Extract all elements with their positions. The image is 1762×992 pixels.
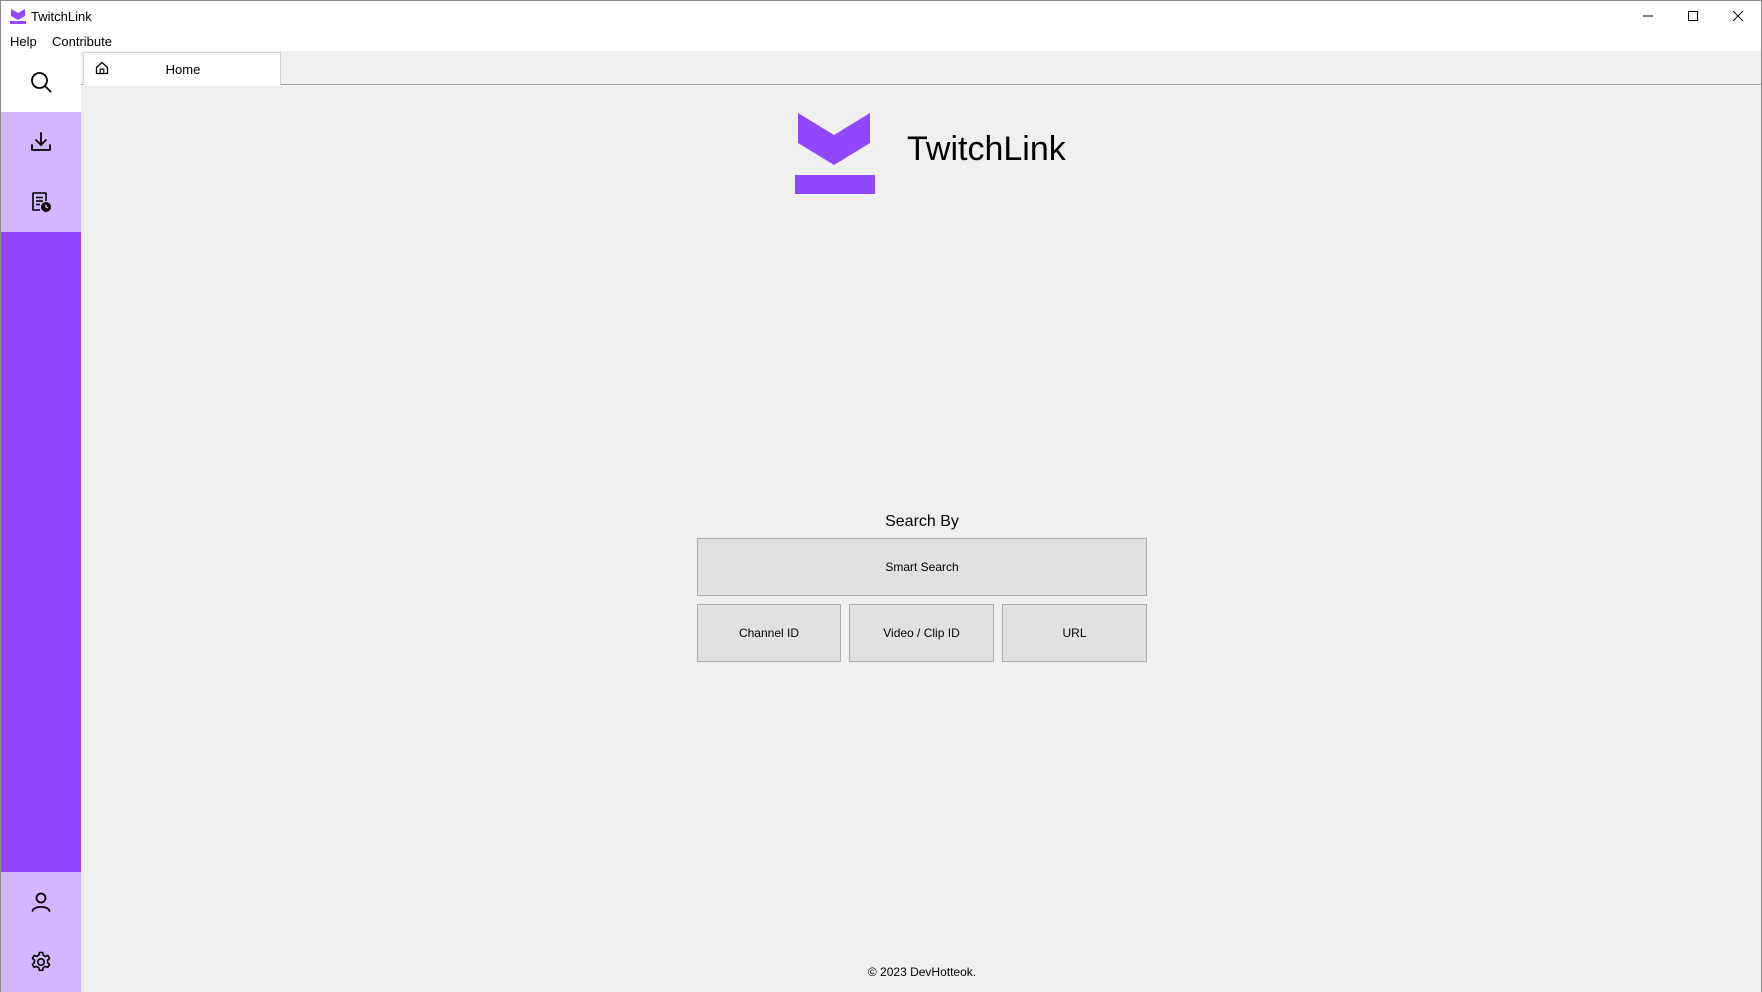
sidebar-item-history[interactable] (1, 172, 81, 232)
search-by-label: Search By (885, 513, 959, 530)
minimize-button[interactable] (1625, 1, 1671, 31)
app-logo-icon (10, 8, 26, 24)
tab-home-label: Home (165, 62, 201, 77)
tab-home[interactable]: Home (83, 52, 281, 85)
menu-bar: Help Contribute (1, 31, 1761, 51)
title-bar[interactable]: TwitchLink (1, 1, 1761, 31)
close-button[interactable] (1715, 1, 1761, 31)
maximize-button[interactable] (1670, 1, 1716, 31)
video-clip-id-button[interactable]: Video / Clip ID (849, 604, 994, 662)
account-icon (31, 892, 51, 912)
sidebar (1, 51, 81, 992)
search-icon (31, 71, 52, 92)
sidebar-item-account[interactable] (1, 872, 81, 932)
download-icon (31, 132, 51, 151)
maximize-icon (1688, 11, 1698, 21)
window-title: TwitchLink (31, 9, 92, 24)
app-window: TwitchLink Help Contribute Home TwitchLi… (0, 0, 1762, 992)
url-button[interactable]: URL (1002, 604, 1147, 662)
copyright-footer: © 2023 DevHotteok. (867, 965, 977, 979)
tab-strip: Home (81, 51, 1761, 85)
home-content: TwitchLink Search By Smart Search Channe… (81, 86, 1761, 992)
menu-help[interactable]: Help (10, 34, 37, 49)
sidebar-item-search[interactable] (1, 51, 81, 112)
settings-icon (31, 951, 51, 972)
sidebar-item-settings[interactable] (1, 932, 81, 992)
close-icon (1732, 10, 1744, 22)
twitchlink-logo-icon (795, 113, 877, 200)
smart-search-button[interactable]: Smart Search (697, 538, 1147, 596)
history-icon (32, 192, 51, 212)
channel-id-button[interactable]: Channel ID (697, 604, 841, 662)
minimize-icon (1643, 15, 1653, 17)
menu-contribute[interactable]: Contribute (52, 34, 112, 49)
sidebar-item-downloads[interactable] (1, 112, 81, 172)
app-name: TwitchLink (907, 130, 1066, 168)
